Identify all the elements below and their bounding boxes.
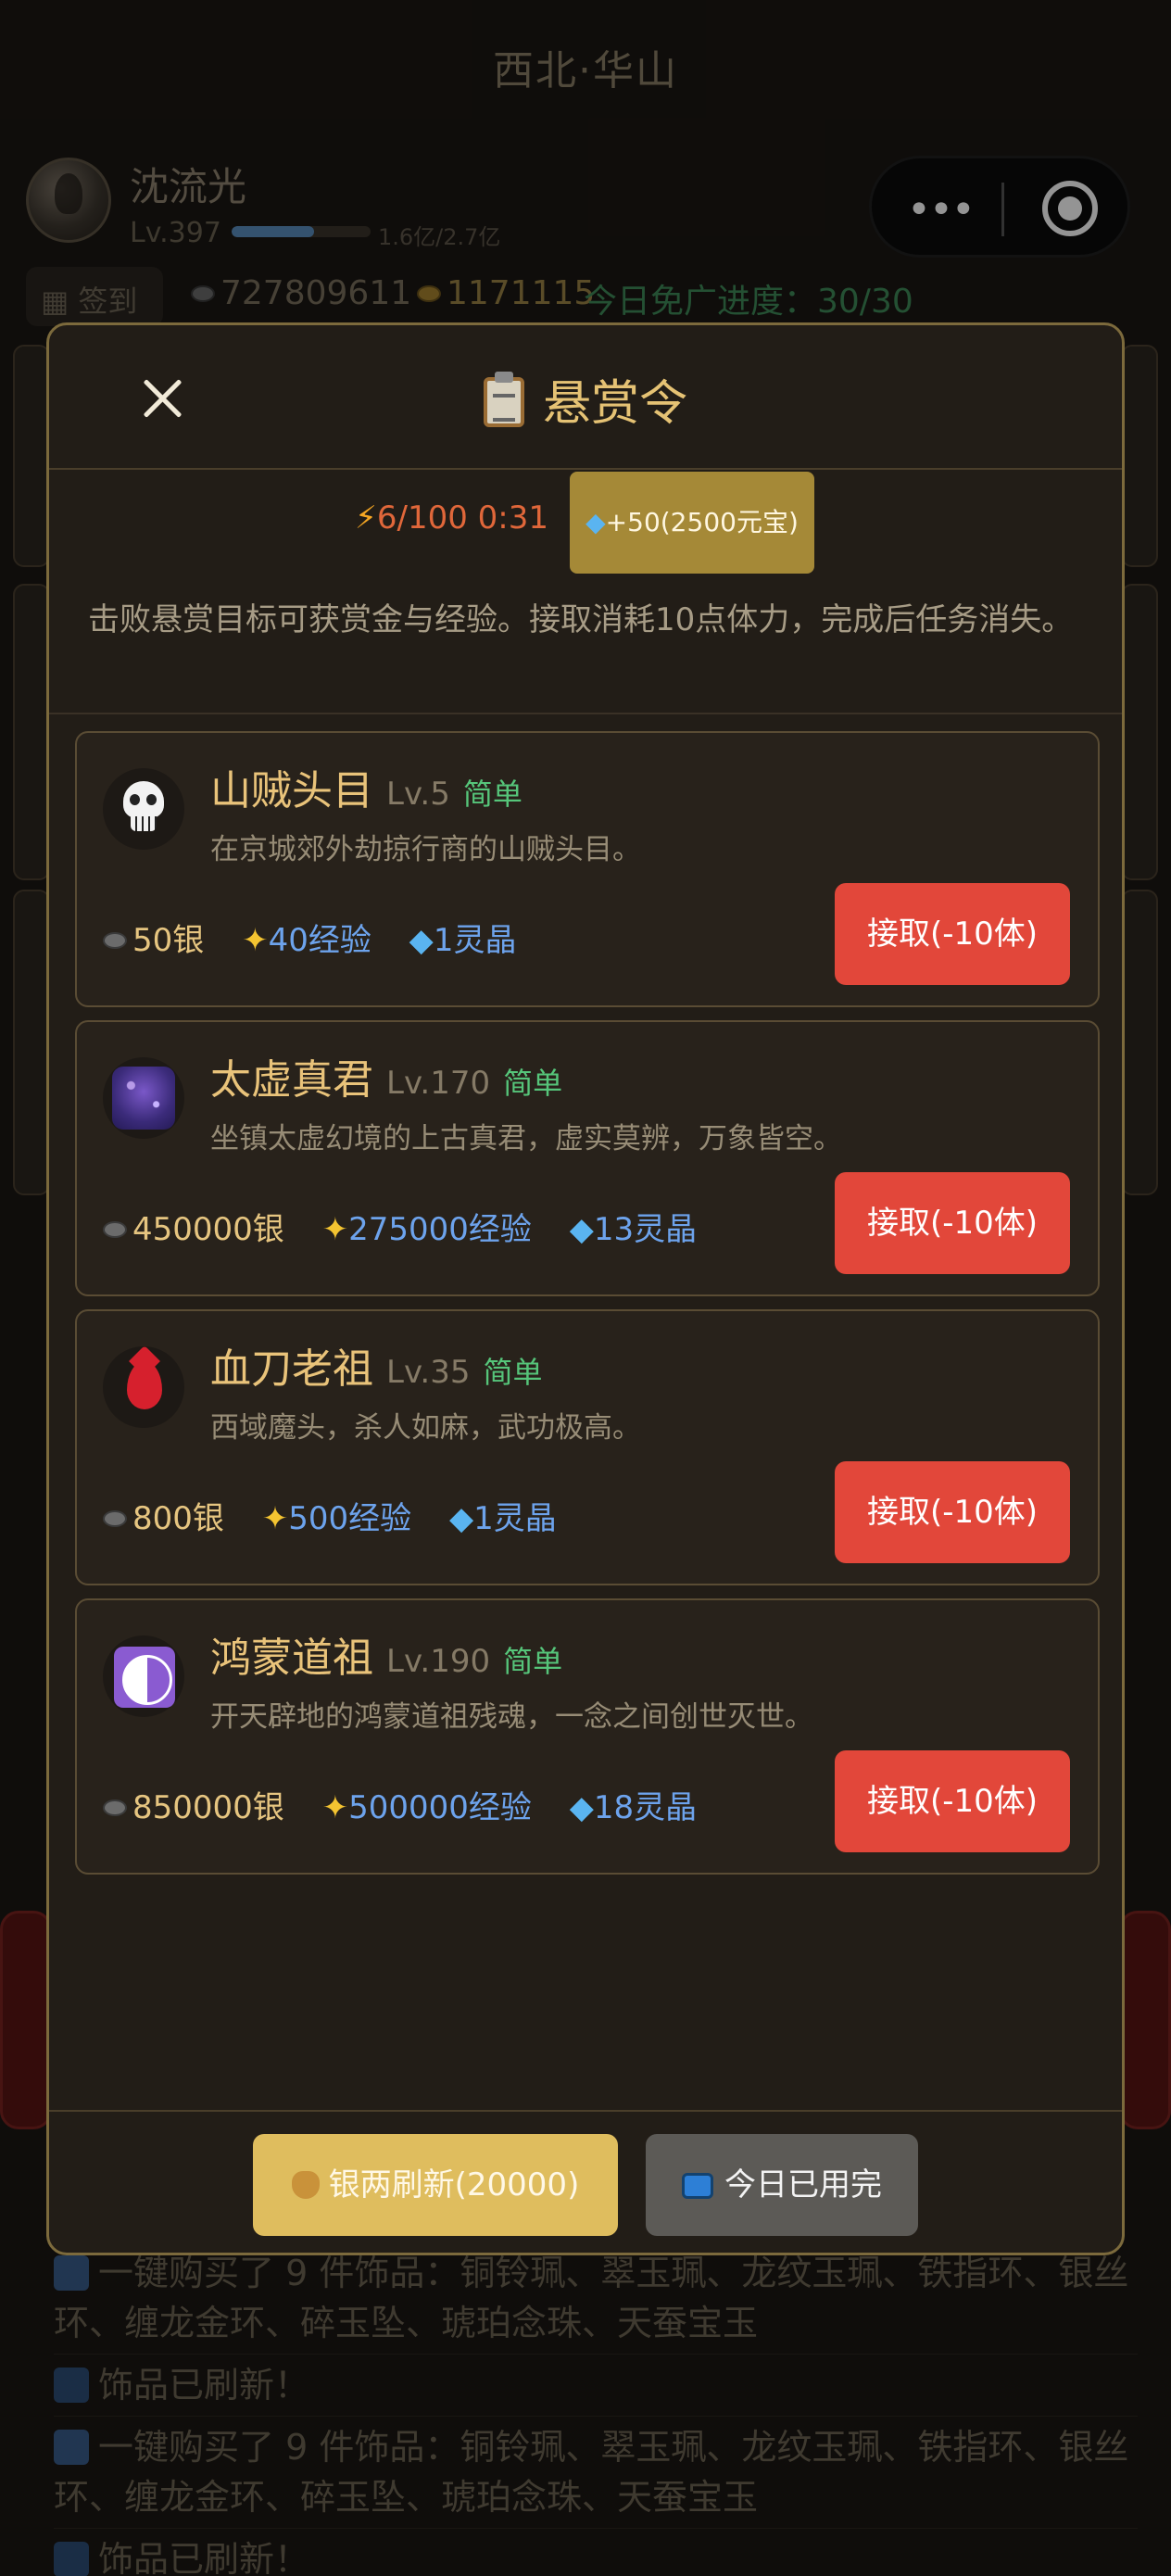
diamond-icon: ◆ [569,1211,594,1248]
bounty-card: 血刀老祖 Lv.35 简单 西域魔头，杀人如麻，武功极高。 800银 ✦500经验 … [75,1309,1100,1585]
money-bag-icon [291,2171,320,2199]
sparkle-icon: ✦ [321,1211,349,1248]
ad-refresh-button[interactable]: 今日已用完 [646,2134,918,2236]
energy-row: ⚡6/100 0:31 ◆+50(2500元宝) [49,472,1122,575]
ad-label: 今日已用完 [724,2166,882,2203]
divider [49,713,1122,714]
energy-value: 6/100 0:31 [376,499,549,537]
silver-reward: 450000银 [103,1211,284,1248]
bounty-level: Lv.35 [386,1354,471,1391]
bounty-level: Lv.170 [386,1065,491,1102]
silver-coin-icon [103,1799,127,1816]
diamond-icon: ◆ [448,1500,474,1537]
bounty-card: 山贼头目 Lv.5 简单 在京城郊外劫掠行商的山贼头目。 50银 ✦40经验 ◆1灵… [75,731,1100,1007]
bounty-name: 血刀老祖 Lv.35 简单 [210,1345,543,1393]
blood-drop-icon [103,1346,184,1428]
accept-bounty-button[interactable]: 接取(-10体) [835,1461,1070,1563]
bounty-name: 鸿蒙道祖 Lv.190 简单 [210,1635,563,1682]
bounty-desc: 开天辟地的鸿蒙道祖残魂，一念之间创世灭世。 [210,1700,813,1734]
sparkle-icon: ✦ [321,1789,349,1826]
bounty-desc: 西域魔头，杀人如麻，武功极高。 [210,1411,641,1445]
refresh-label: 银两刷新(20000) [328,2166,580,2203]
bounty-description: 击败悬赏目标可获赏金与经验。接取消耗10点体力，完成后任务消失。 [88,601,1074,638]
bounty-name: 太虚真君 Lv.170 简单 [210,1056,563,1104]
bounty-card: 鸿蒙道祖 Lv.190 简单 开天辟地的鸿蒙道祖残魂，一念之间创世灭世。 85000… [75,1598,1100,1875]
modal-header: 悬赏令 [49,325,1122,470]
sparkle-icon: ✦ [261,1500,289,1537]
diamond-icon: ◆ [409,922,434,959]
bounty-desc: 在京城郊外劫掠行商的山贼头目。 [210,833,641,866]
sparkle-icon: ✦ [242,922,269,959]
bounty-card: 太虚真君 Lv.170 简单 坐镇太虚幻境的上古真君，虚实莫辨，万象皆空。 4500… [75,1020,1100,1296]
bounty-difficulty: 简单 [462,777,523,812]
crystal-reward: ◆1灵晶 [448,1500,557,1537]
accept-bounty-button[interactable]: 接取(-10体) [835,1172,1070,1274]
modal-footer: 银两刷新(20000) 今日已用完 [49,2110,1122,2253]
crystal-reward: ◆18灵晶 [569,1789,698,1826]
bounty-modal: 悬赏令 ⚡6/100 0:31 ◆+50(2500元宝) 击败悬赏目标可获赏金与… [46,322,1125,2255]
crystal-reward: ◆1灵晶 [409,922,517,959]
silver-coin-icon [103,1510,127,1527]
modal-title-text: 悬赏令 [542,376,687,432]
accept-bounty-button[interactable]: 接取(-10体) [835,883,1070,985]
bounty-rewards: 850000银 ✦500000经验 ◆18灵晶 [103,1782,697,1827]
buy-energy-label: +50(2500元宝) [605,507,799,537]
silver-reward: 800银 [103,1500,224,1537]
bounty-difficulty: 简单 [483,1355,543,1390]
bounty-difficulty: 简单 [503,1644,563,1679]
bounty-rewards: 800银 ✦500经验 ◆1灵晶 [103,1493,557,1538]
tv-icon [682,2173,713,2199]
bounty-rewards: 50银 ✦40经验 ◆1灵晶 [103,915,516,960]
energy-display: ⚡6/100 0:31 [355,499,548,537]
galaxy-icon [103,1057,184,1139]
bounty-rewards: 450000银 ✦275000经验 ◆13灵晶 [103,1204,697,1249]
silver-refresh-button[interactable]: 银两刷新(20000) [253,2134,618,2236]
buy-energy-button[interactable]: ◆+50(2500元宝) [570,472,814,574]
bounty-level: Lv.190 [386,1643,491,1680]
skull-icon [103,768,184,850]
bounty-difficulty: 简单 [503,1066,563,1101]
lightning-icon: ⚡ [355,499,377,537]
exp-reward: ✦275000经验 [321,1211,532,1248]
accept-bounty-button[interactable]: 接取(-10体) [835,1750,1070,1852]
diamond-icon: ◆ [586,507,606,537]
exp-reward: ✦500经验 [261,1500,412,1537]
exp-reward: ✦500000经验 [321,1789,532,1826]
bounty-desc: 坐镇太虚幻境的上古真君，虚实莫辨，万象皆空。 [210,1122,842,1155]
bounty-level: Lv.5 [386,776,450,813]
silver-reward: 50银 [103,922,204,959]
crystal-reward: ◆13灵晶 [569,1211,698,1248]
silver-reward: 850000银 [103,1789,284,1826]
yin-yang-icon [103,1635,184,1717]
modal-title: 悬赏令 [49,364,1122,434]
exp-reward: ✦40经验 [242,922,371,959]
silver-coin-icon [103,932,127,949]
clipboard-icon [483,372,524,427]
bounty-name: 山贼头目 Lv.5 简单 [210,767,523,814]
silver-coin-icon [103,1221,127,1238]
diamond-icon: ◆ [569,1789,594,1826]
